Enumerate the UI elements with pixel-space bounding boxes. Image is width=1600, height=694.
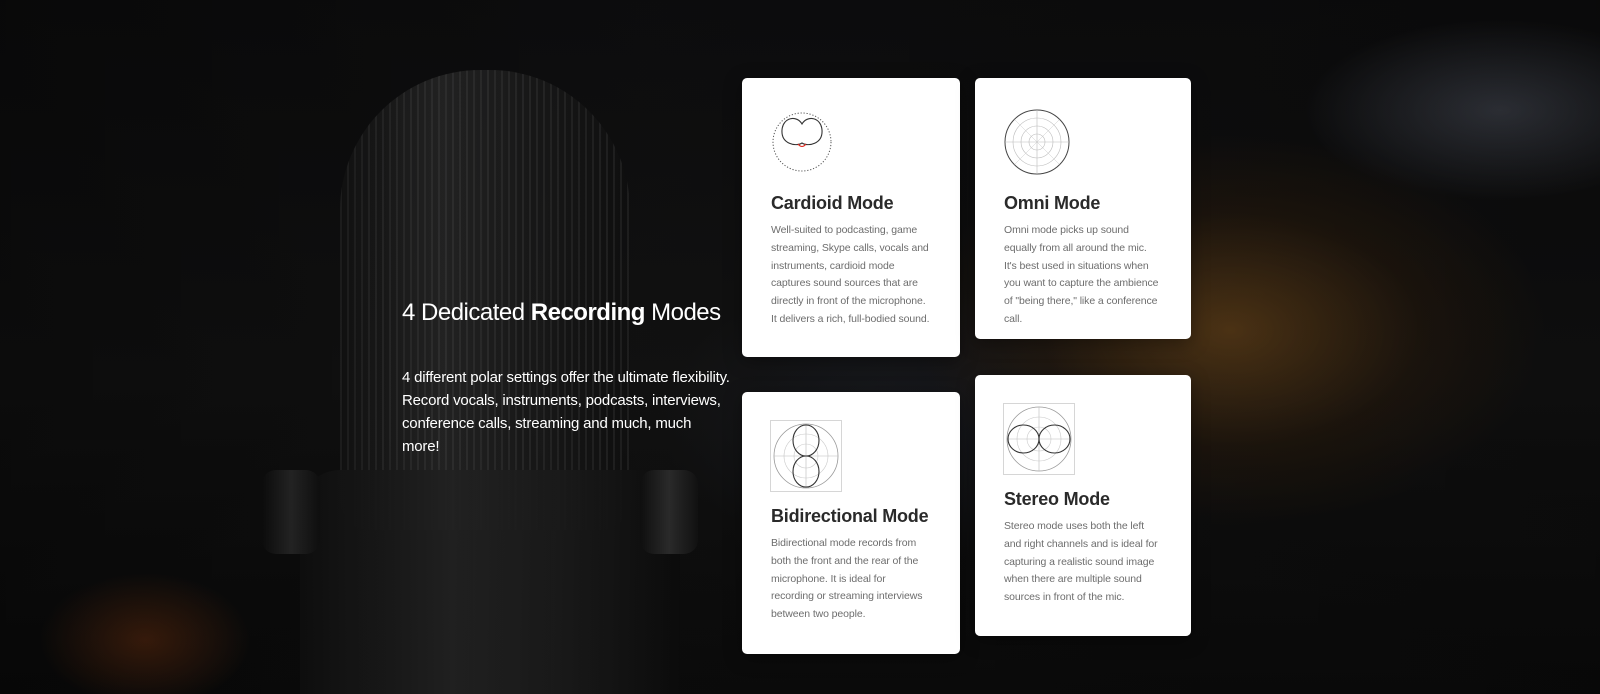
headline-suffix: Modes xyxy=(644,299,721,326)
cardioid-polar-pattern-icon xyxy=(772,112,832,172)
mode-card-omni: Omni Mode Omni mode picks up sound equal… xyxy=(975,78,1191,339)
mode-description: Bidirectional mode records from both the… xyxy=(771,537,923,621)
intro-text-block: 4 Dedicated Recording Modes 4 different … xyxy=(402,296,732,458)
omni-polar-pattern-icon xyxy=(1004,109,1070,175)
mode-title: Stereo Mode xyxy=(1004,489,1110,509)
mode-card-cardioid: Cardioid Mode Well-suited to podcasting,… xyxy=(742,78,960,357)
headline-highlight: Recording xyxy=(530,296,646,330)
mode-description: Stereo mode uses both the left and right… xyxy=(1004,520,1158,604)
recording-modes-section: 4 Dedicated Recording Modes 4 different … xyxy=(0,0,1600,694)
mode-description: Well-suited to podcasting, game streamin… xyxy=(771,224,930,325)
mode-description: Omni mode picks up sound equally from al… xyxy=(1004,224,1159,325)
mode-title: Cardioid Mode xyxy=(771,193,894,213)
bidirectional-polar-pattern-icon xyxy=(770,420,842,492)
section-headline: 4 Dedicated Recording Modes xyxy=(402,296,732,330)
mode-title: Omni Mode xyxy=(1004,193,1101,213)
mode-card-bidirectional: Bidirectional Mode Bidirectional mode re… xyxy=(742,392,960,654)
stereo-polar-pattern-icon xyxy=(1003,403,1075,475)
mode-card-stereo: Stereo Mode Stereo mode uses both the le… xyxy=(975,375,1191,636)
headline-prefix: 4 Dedicated xyxy=(402,299,531,326)
headline-highlight-text: Recording xyxy=(530,299,646,326)
section-description: 4 different polar settings offer the ult… xyxy=(402,369,730,455)
mode-title: Bidirectional Mode xyxy=(771,506,929,526)
